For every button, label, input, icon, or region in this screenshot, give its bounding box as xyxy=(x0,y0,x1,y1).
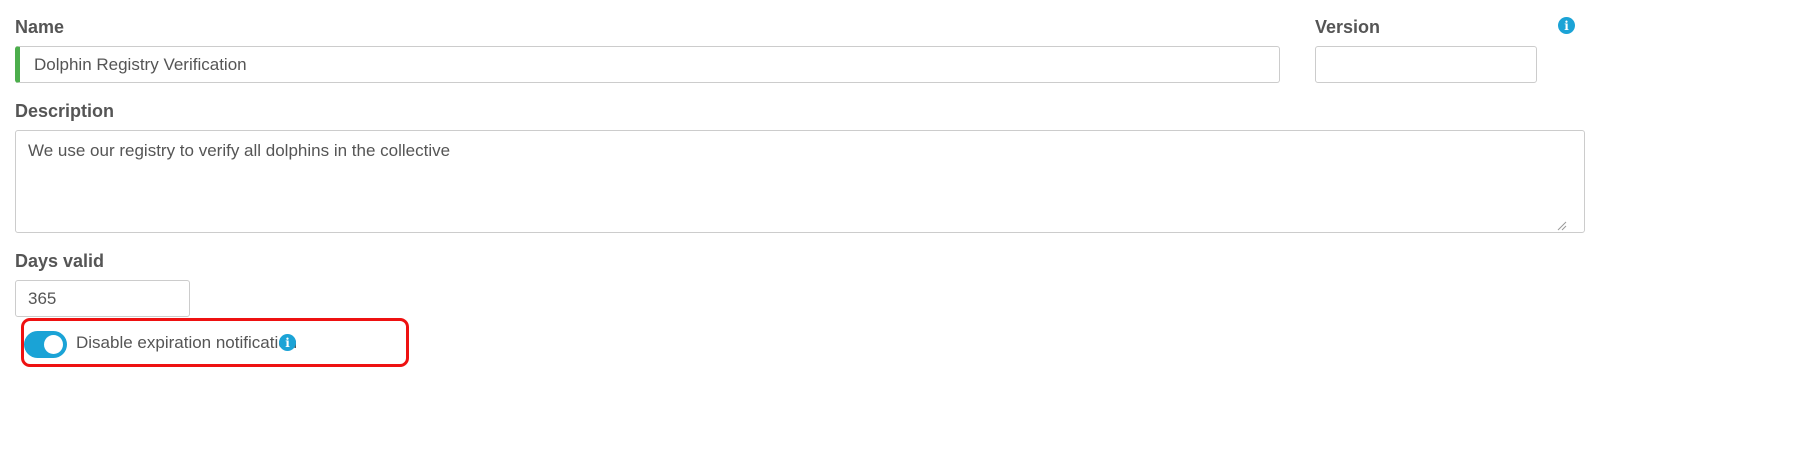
description-label: Description xyxy=(15,101,115,121)
form-page: Name Dolphin Registry Verification Versi… xyxy=(0,0,1820,457)
version-label: Version xyxy=(1315,17,1381,37)
days-valid-input[interactable]: 365 xyxy=(15,280,190,317)
resize-grip-icon[interactable] xyxy=(1557,221,1567,231)
toggle-knob xyxy=(44,335,63,354)
version-input[interactable] xyxy=(1315,46,1537,83)
version-info-icon[interactable]: i xyxy=(1558,17,1575,34)
name-input[interactable]: Dolphin Registry Verification xyxy=(15,46,1280,83)
disable-expiration-label: Disable expiration notification xyxy=(76,333,298,352)
expiration-info-icon[interactable]: i xyxy=(279,334,296,351)
description-textarea[interactable]: We use our registry to verify all dolphi… xyxy=(15,130,1585,233)
days-valid-label: Days valid xyxy=(15,251,105,271)
name-label: Name xyxy=(15,17,65,37)
disable-expiration-toggle[interactable] xyxy=(24,331,67,358)
